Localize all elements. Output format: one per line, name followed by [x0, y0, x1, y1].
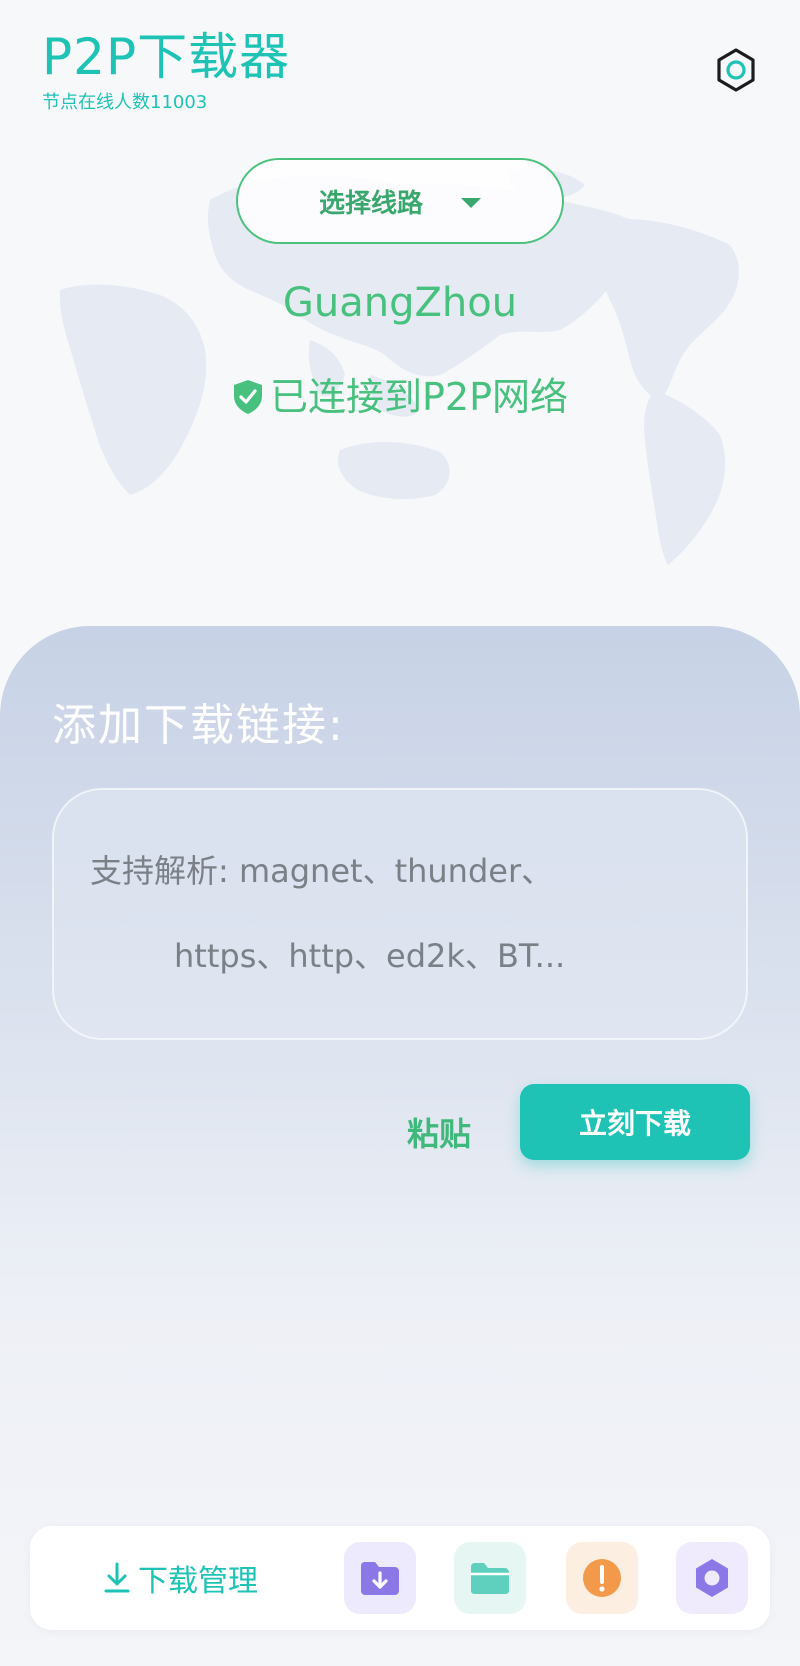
download-now-button[interactable]: 立刻下载 — [520, 1084, 750, 1160]
panel-heading: 添加下载链接: — [52, 700, 345, 751]
connection-status-text: 已连接到P2P网络 — [269, 375, 568, 419]
app-title: P2P下载器 — [42, 28, 291, 86]
alert-icon — [583, 1559, 621, 1597]
folder-icon — [471, 1563, 509, 1594]
folder-download-icon — [361, 1562, 399, 1595]
nav-settings-button[interactable] — [676, 1542, 748, 1614]
folder-button[interactable] — [454, 1542, 526, 1614]
bottom-nav: 下载管理 — [30, 1526, 770, 1630]
connection-status: 已连接到P2P网络 — [0, 378, 800, 416]
chevron-down-icon — [461, 198, 481, 208]
route-select-label: 选择线路 — [318, 188, 423, 219]
download-icon — [104, 1562, 130, 1593]
download-manager-label: 下载管理 — [138, 1565, 258, 1598]
online-count-label: 节点在线人数 — [42, 92, 150, 113]
download-link-input[interactable]: 支持解析: magnet、thunder、 https、http、ed2k、BT… — [52, 788, 748, 1040]
shield-check-icon — [233, 380, 262, 414]
selected-city: GuangZhou — [282, 280, 518, 326]
settings-hex-icon — [696, 1559, 728, 1597]
online-count-value: 11003 — [150, 92, 208, 113]
route-select[interactable]: 选择线路 — [236, 158, 564, 244]
download-manager-button[interactable]: 下载管理 — [102, 1550, 258, 1606]
input-placeholder-line-1: 支持解析: magnet、thunder、 — [90, 851, 554, 890]
settings-button[interactable] — [710, 44, 762, 96]
alert-button[interactable] — [566, 1542, 638, 1614]
download-panel: 添加下载链接: 支持解析: magnet、thunder、 https、http… — [0, 626, 800, 1666]
input-placeholder-line-2: https、http、ed2k、BT... — [174, 937, 566, 975]
paste-button[interactable]: 粘贴 — [396, 1102, 482, 1162]
online-count: 节点在线人数 11003 — [42, 94, 207, 112]
folder-download-button[interactable] — [344, 1542, 416, 1614]
settings-hex-icon — [717, 48, 755, 92]
